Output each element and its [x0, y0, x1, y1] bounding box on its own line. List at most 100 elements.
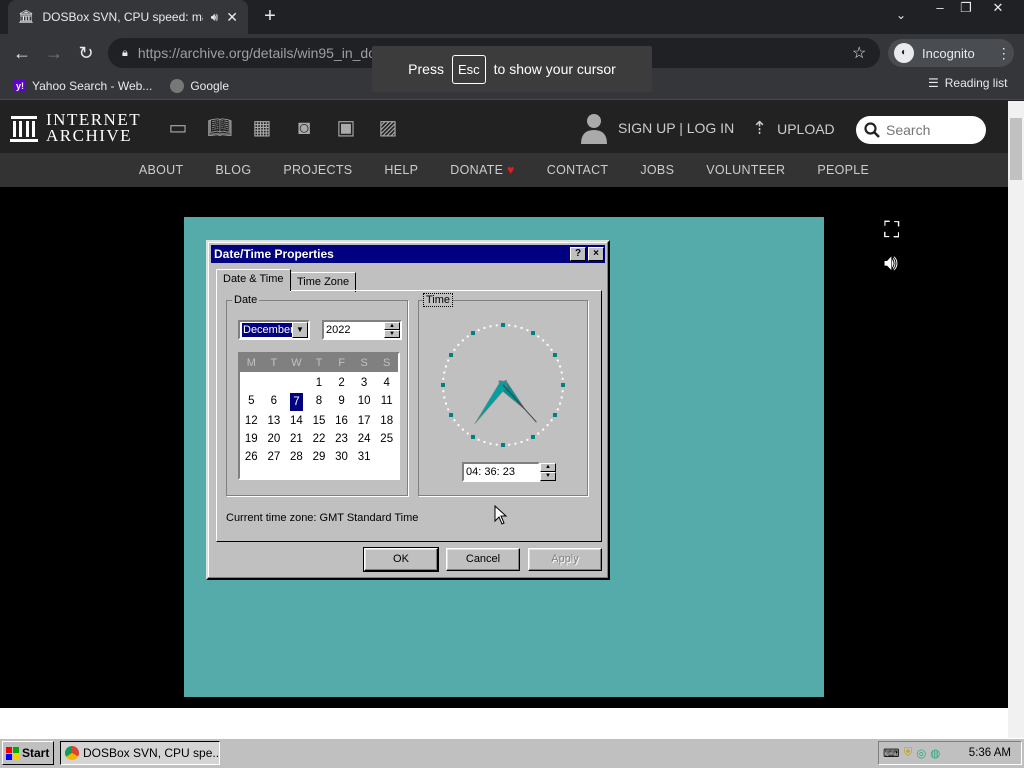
dialog-titlebar[interactable]: Date/Time Properties — [211, 245, 605, 263]
clock-minute-mark — [442, 390, 445, 393]
fullscreen-icon[interactable]: ⛶ — [884, 217, 899, 243]
calendar-day[interactable]: 12 — [240, 412, 263, 430]
clock-minute-mark — [520, 441, 523, 444]
audio-icon[interactable]: ◙ — [291, 117, 317, 139]
tab-date-time[interactable]: Date & Time — [216, 269, 291, 291]
texts-icon[interactable]: 📖︎ — [207, 117, 233, 139]
nav-jobs[interactable]: JOBS — [624, 163, 690, 177]
month-dropdown[interactable]: December ▼ — [238, 320, 310, 340]
nav-volunteer[interactable]: VOLUNTEER — [690, 163, 801, 177]
calendar-day[interactable]: 25 — [375, 430, 398, 448]
calendar-day[interactable]: 29 — [308, 448, 331, 466]
upload-link[interactable]: ⇡ UPLOAD — [752, 118, 835, 139]
shield-icon[interactable]: ⛨ — [904, 747, 913, 760]
minimize-button[interactable]: – — [926, 0, 954, 18]
calendar-day[interactable]: 5 — [240, 392, 263, 412]
tab-search-button[interactable]: ⌄ — [896, 8, 906, 22]
calendar-day[interactable]: 2 — [330, 374, 353, 392]
back-button[interactable]: ← — [11, 43, 33, 63]
nav-about[interactable]: ABOUT — [123, 163, 200, 177]
restore-button[interactable]: ❐ — [952, 0, 980, 18]
calendar-day[interactable]: 9 — [330, 392, 353, 412]
calendar-day-selected[interactable]: 7 — [290, 393, 303, 411]
signup-login-link[interactable]: SIGN UP | LOG IN — [580, 112, 734, 144]
archive-favicon-icon: 🏛 — [18, 9, 35, 24]
calendar-day[interactable]: 23 — [330, 430, 353, 448]
network-icon[interactable]: ◎ — [916, 746, 926, 760]
time-spin-down-icon[interactable]: ▼ — [540, 472, 556, 481]
calendar-day[interactable]: 18 — [375, 412, 398, 430]
calendar-day[interactable]: 3 — [353, 374, 376, 392]
help-button[interactable]: ? — [570, 247, 586, 261]
browser-tab[interactable]: 🏛 DOSBox SVN, CPU speed: max 🔊︎ ✕ — [8, 0, 248, 34]
apply-button[interactable]: Apply — [528, 548, 602, 571]
ia-logo[interactable]: INTERNET ARCHIVE — [10, 111, 141, 145]
volume-icon[interactable]: 🔊︎ — [884, 250, 898, 276]
reload-button[interactable]: ↻ — [75, 43, 97, 63]
calendar-day[interactable]: 1 — [308, 374, 331, 392]
spin-up-icon[interactable]: ▲ — [384, 322, 400, 330]
calendar-day[interactable]: 6 — [263, 392, 286, 412]
tab-close-icon[interactable]: ✕ — [226, 9, 238, 26]
calendar-day[interactable]: 15 — [308, 412, 331, 430]
cancel-button[interactable]: Cancel — [446, 548, 520, 571]
audio-playing-icon[interactable]: 🔊︎ — [211, 10, 219, 25]
nav-blog[interactable]: BLOG — [199, 163, 267, 177]
taskbar-item-dosbox[interactable]: DOSBox SVN, CPU spe... — [60, 741, 220, 765]
incognito-badge[interactable]: ◐ Incognito ⋮ — [888, 39, 1014, 67]
calendar-day[interactable]: 10 — [353, 392, 376, 412]
calendar-day[interactable]: 17 — [353, 412, 376, 430]
calendar-day[interactable]: 24 — [353, 430, 376, 448]
close-window-button[interactable]: ✕ — [984, 0, 1012, 18]
calendar-day[interactable]: 30 — [330, 448, 353, 466]
tab-time-zone[interactable]: Time Zone — [290, 272, 357, 292]
calendar-day[interactable]: 20 — [263, 430, 286, 448]
nav-people[interactable]: PEOPLE — [801, 163, 885, 177]
video-icon[interactable]: ▦ — [249, 117, 275, 139]
calendar-day[interactable]: 21 — [285, 430, 308, 448]
calendar-day[interactable]: 22 — [308, 430, 331, 448]
reading-list-button[interactable]: ☰ Reading list — [928, 76, 1007, 90]
calendar-day[interactable]: 13 — [263, 412, 286, 430]
calendar-day[interactable]: 8 — [308, 392, 331, 412]
nav-help[interactable]: HELP — [368, 163, 434, 177]
nav-contact[interactable]: CONTACT — [531, 163, 625, 177]
spin-down-icon[interactable]: ▼ — [384, 330, 400, 338]
bookmark-star-icon[interactable]: ☆ — [852, 43, 866, 63]
tray-clock[interactable]: 5:36 AM — [969, 747, 1011, 759]
bookmark-google[interactable]: Google — [170, 78, 229, 93]
volume-tray-icon[interactable]: ◍ — [930, 746, 940, 760]
calendar-day[interactable]: 28 — [285, 448, 308, 466]
nav-projects[interactable]: PROJECTS — [267, 163, 368, 177]
page-scrollbar[interactable] — [1008, 101, 1024, 738]
time-spin-up-icon[interactable]: ▲ — [540, 463, 556, 472]
keyboard-icon[interactable]: ⌨ — [883, 746, 900, 760]
new-tab-button[interactable]: + — [258, 4, 282, 28]
system-tray: ⌨ ⛨ ◎ ◍ 5:36 AM — [878, 741, 1022, 765]
search-input[interactable] — [886, 122, 982, 138]
menu-icon[interactable]: ⋮ — [997, 45, 1011, 62]
calendar-day[interactable]: 19 — [240, 430, 263, 448]
web-icon[interactable]: ▭ — [165, 117, 191, 139]
calendar-day[interactable]: 14 — [285, 412, 308, 430]
time-spinbox[interactable]: 04: 36: 23 — [462, 462, 540, 482]
search-box[interactable] — [856, 116, 986, 144]
forward-button[interactable]: → — [43, 43, 65, 63]
calendar-day[interactable]: 4 — [375, 374, 398, 392]
year-spinbox[interactable]: 2022 ▲ ▼ — [322, 320, 402, 340]
calendar-day[interactable]: 27 — [263, 448, 286, 466]
calendar-day[interactable]: 16 — [330, 412, 353, 430]
scrollbar-thumb[interactable] — [1010, 118, 1022, 180]
start-button[interactable]: Start — [2, 741, 54, 765]
bookmark-yahoo[interactable]: y! Yahoo Search - Web... — [14, 79, 152, 93]
calendar-day[interactable]: 26 — [240, 448, 263, 466]
ok-button[interactable]: OK — [363, 547, 439, 572]
calendar-day[interactable]: 11 — [375, 392, 398, 412]
nav-donate[interactable]: DONATE ♥ — [434, 163, 530, 177]
logo-line2: ARCHIVE — [46, 126, 133, 145]
calendar-day[interactable]: 31 — [353, 448, 376, 466]
images-icon[interactable]: ▨ — [375, 117, 401, 139]
software-icon[interactable]: ▣ — [333, 117, 359, 139]
dialog-close-button[interactable]: × — [588, 247, 604, 261]
dropdown-arrow-icon[interactable]: ▼ — [292, 322, 308, 338]
